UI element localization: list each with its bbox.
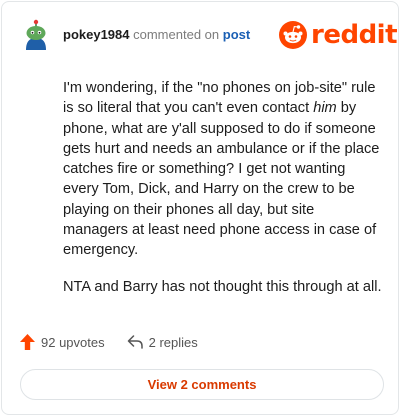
upvote-count: 92 upvotes xyxy=(41,334,105,350)
view-comments-button[interactable]: View 2 comments xyxy=(20,369,384,400)
comment-card: pokey1984 commented on post reddit I'm w… xyxy=(1,1,399,415)
comment-body: I'm wondering, if the "no phones on job-… xyxy=(63,78,383,297)
comment-actions: 92 upvotes 2 replies xyxy=(20,334,198,350)
username-link[interactable]: pokey1984 xyxy=(63,27,130,42)
reply-arrow-icon[interactable] xyxy=(127,335,143,349)
avatar[interactable] xyxy=(22,19,50,51)
upvote-action[interactable]: 92 upvotes xyxy=(20,334,105,350)
reddit-wordmark: reddit xyxy=(311,20,398,50)
paragraph-text-end: by phone, what are y'all supposed to do … xyxy=(63,100,380,259)
comment-paragraph: NTA and Barry has not thought this throu… xyxy=(63,278,382,295)
upvote-arrow-icon[interactable] xyxy=(20,334,35,350)
reddit-logo[interactable]: reddit xyxy=(279,20,398,50)
action-text: commented on xyxy=(133,27,220,42)
comment-paragraph: I'm wondering, if the "no phones on job-… xyxy=(63,78,383,261)
emphasis-text: him xyxy=(313,100,337,117)
reply-count: 2 replies xyxy=(148,334,198,350)
comment-header: pokey1984 commented on post xyxy=(63,27,250,43)
post-link[interactable]: post xyxy=(223,27,250,42)
reddit-snoo-icon xyxy=(279,21,307,49)
reply-action[interactable]: 2 replies xyxy=(127,335,198,350)
